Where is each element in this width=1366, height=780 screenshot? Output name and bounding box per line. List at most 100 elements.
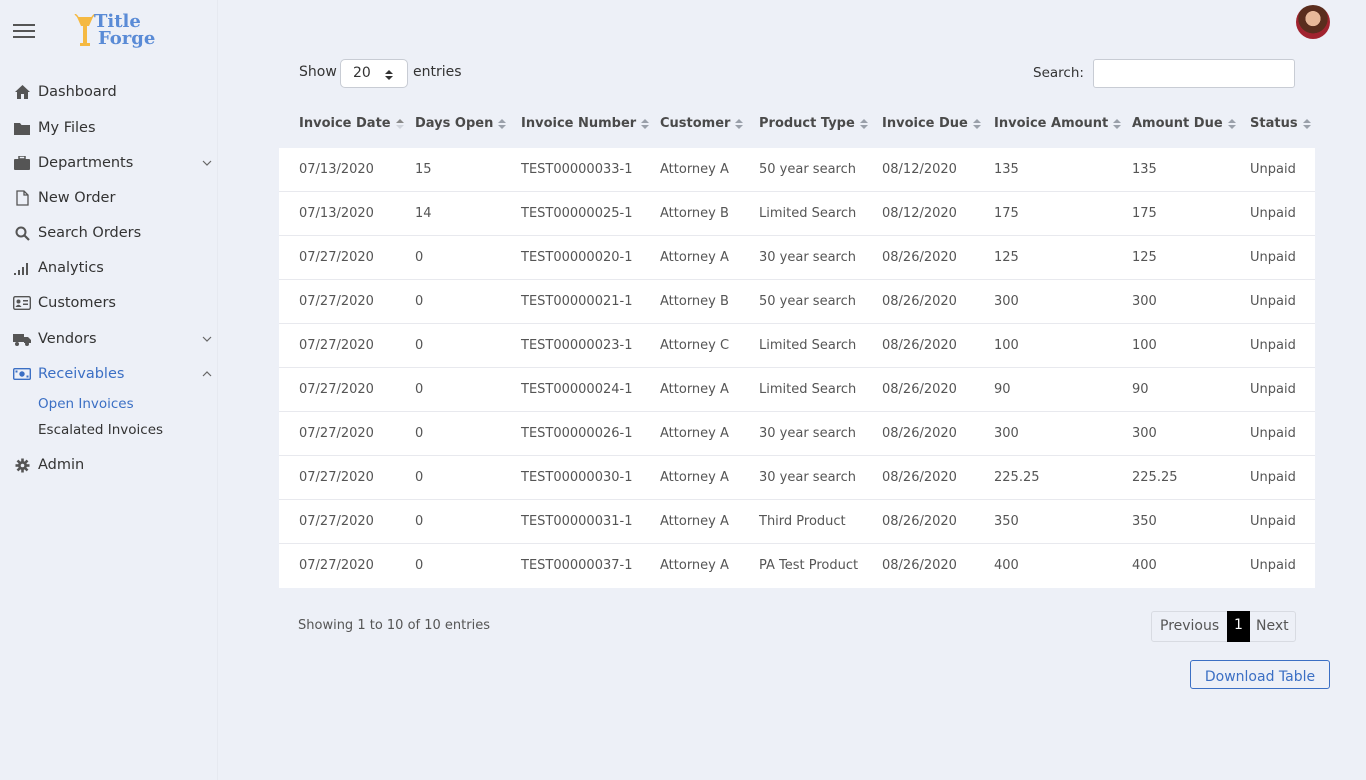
column-header-invoice-date[interactable]: Invoice Date (299, 116, 404, 131)
chevron-down-icon[interactable] (201, 333, 213, 345)
column-header-invoice-number[interactable]: Invoice Number (521, 116, 650, 131)
chevron-down-icon[interactable] (201, 157, 213, 169)
cell-product-type: Limited Search (759, 338, 857, 353)
table-row[interactable]: 07/13/2020 15 TEST00000033-1 Attorney A 50 y… (279, 148, 1315, 192)
cell-invoice-amount: 135 (994, 162, 1019, 177)
cell-invoice-date: 07/27/2020 (299, 382, 374, 397)
sidebar-item-label: Analytics (38, 260, 104, 276)
cell-invoice-date: 07/27/2020 (299, 514, 374, 529)
cell-status: Unpaid (1250, 558, 1296, 573)
cell-product-type: 30 year search (759, 470, 856, 485)
cell-invoice-due: 08/12/2020 (882, 206, 957, 221)
cell-product-type: Limited Search (759, 382, 857, 397)
table-row[interactable]: 07/27/2020 0 TEST00000020-1 Attorney A 30 ye… (279, 236, 1315, 280)
cell-amount-due: 400 (1132, 558, 1157, 573)
sidebar-item-analytics[interactable]: Analytics (0, 251, 218, 285)
home-icon (13, 83, 31, 101)
cell-customer: Attorney B (660, 294, 729, 309)
cell-customer: Attorney A (660, 558, 729, 573)
table-row[interactable]: 07/27/2020 0 TEST00000021-1 Attorney B 50 ye… (279, 280, 1315, 324)
cell-invoice-amount: 400 (994, 558, 1019, 573)
avatar[interactable] (1296, 5, 1330, 39)
column-header-days-open[interactable]: Days Open (415, 116, 507, 131)
cell-invoice-date: 07/27/2020 (299, 426, 374, 441)
cell-amount-due: 100 (1132, 338, 1157, 353)
sidebar-item-my-files[interactable]: My Files (0, 111, 218, 145)
sidebar-item-label: Vendors (38, 331, 97, 347)
sidebar-item-customers[interactable]: Customers (0, 286, 218, 320)
cell-days-open: 0 (415, 250, 424, 265)
logo-line2: Forge (98, 28, 156, 49)
cell-customer: Attorney C (660, 338, 730, 353)
cell-product-type: 30 year search (759, 426, 856, 441)
cell-amount-due: 300 (1132, 426, 1157, 441)
cell-invoice-due: 08/26/2020 (882, 426, 957, 441)
table-row[interactable]: 07/27/2020 0 TEST00000030-1 Attorney A 30 ye… (279, 456, 1315, 500)
column-header-amount-due[interactable]: Amount Due (1132, 116, 1236, 131)
sort-icon (498, 118, 507, 129)
cell-amount-due: 175 (1132, 206, 1157, 221)
file-icon (13, 189, 31, 207)
column-header-product-type[interactable]: Product Type (759, 116, 868, 131)
table-row[interactable]: 07/27/2020 0 TEST00000026-1 Attorney A 30 ye… (279, 412, 1315, 456)
cell-invoice-amount: 90 (994, 382, 1011, 397)
chevron-up-icon[interactable] (201, 368, 213, 380)
sidebar-subitem-open-invoices[interactable]: Open Invoices (38, 396, 134, 412)
sidebar-item-vendors[interactable]: Vendors (0, 322, 218, 356)
cell-invoice-number: TEST00000024-1 (521, 382, 633, 397)
page-1-button[interactable]: 1 (1227, 611, 1250, 642)
cell-invoice-number: TEST00000026-1 (521, 426, 633, 441)
cell-invoice-number: TEST00000031-1 (521, 514, 633, 529)
page-size-value: 20 (353, 65, 371, 81)
cell-status: Unpaid (1250, 206, 1296, 221)
sidebar-item-receivables[interactable]: Receivables (0, 357, 218, 391)
cell-invoice-due: 08/26/2020 (882, 294, 957, 309)
sidebar-item-new-order[interactable]: New Order (0, 181, 218, 215)
page-size-select[interactable]: 20 (340, 59, 408, 88)
column-header-label: Invoice Due (882, 116, 968, 131)
table-row[interactable]: 07/13/2020 14 TEST00000025-1 Attorney B Limi… (279, 192, 1315, 236)
id-card-icon (13, 294, 31, 312)
sort-icon (1302, 118, 1311, 129)
next-button[interactable]: Next (1256, 618, 1289, 634)
sidebar-item-label: Customers (38, 295, 116, 311)
column-header-status[interactable]: Status (1250, 116, 1311, 131)
sort-ascending-icon (395, 118, 404, 129)
column-header-label: Invoice Date (299, 116, 391, 131)
sort-icon (1227, 118, 1236, 129)
cell-customer: Attorney A (660, 470, 729, 485)
money-bill-icon (13, 365, 31, 383)
sidebar-item-admin[interactable]: Admin (0, 448, 218, 482)
table-row[interactable]: 07/27/2020 0 TEST00000031-1 Attorney A Third… (279, 500, 1315, 544)
sidebar-item-label: Departments (38, 155, 134, 171)
column-header-invoice-amount[interactable]: Invoice Amount (994, 116, 1122, 131)
sidebar-subitem-escalated-invoices[interactable]: Escalated Invoices (38, 422, 163, 438)
column-header-invoice-due[interactable]: Invoice Due (882, 116, 981, 131)
cell-customer: Attorney A (660, 426, 729, 441)
sidebar-item-search-orders[interactable]: Search Orders (0, 216, 218, 250)
download-table-button[interactable]: Download Table (1190, 660, 1330, 689)
entries-label: entries (413, 64, 462, 80)
signal-bars-icon (13, 259, 31, 277)
table-row[interactable]: 07/27/2020 0 TEST00000024-1 Attorney A Limit… (279, 368, 1315, 412)
table-body: 07/13/2020 15 TEST00000033-1 Attorney A 50 y… (279, 148, 1315, 588)
truck-icon (13, 330, 31, 348)
cell-invoice-amount: 175 (994, 206, 1019, 221)
hamburger-menu-icon[interactable] (13, 24, 35, 38)
cell-invoice-due: 08/26/2020 (882, 250, 957, 265)
cell-days-open: 14 (415, 206, 432, 221)
sidebar-item-dashboard[interactable]: Dashboard (0, 75, 218, 109)
table-row[interactable]: 07/27/2020 0 TEST00000037-1 Attorney A PA Te… (279, 544, 1315, 588)
table-row[interactable]: 07/27/2020 0 TEST00000023-1 Attorney C Limit… (279, 324, 1315, 368)
cell-invoice-due: 08/26/2020 (882, 558, 957, 573)
search-input[interactable] (1093, 59, 1295, 88)
sort-icon (972, 118, 981, 129)
previous-button[interactable]: Previous (1160, 618, 1219, 634)
table-header: Invoice Date Days Open Invoice Number Custo… (279, 108, 1315, 142)
sidebar-item-departments[interactable]: Departments (0, 146, 218, 180)
cell-invoice-due: 08/26/2020 (882, 470, 957, 485)
logo[interactable]: Title Forge (74, 12, 164, 52)
cell-days-open: 0 (415, 470, 424, 485)
cell-status: Unpaid (1250, 470, 1296, 485)
column-header-customer[interactable]: Customer (660, 116, 744, 131)
